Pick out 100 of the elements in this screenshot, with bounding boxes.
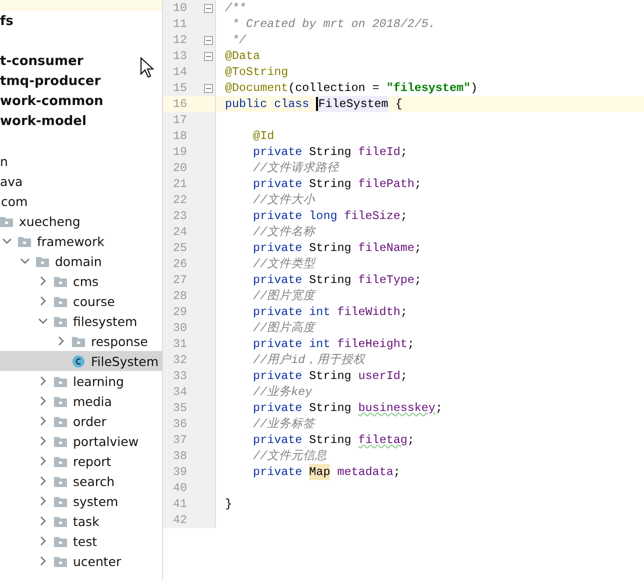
tree-item[interactable]: response [91, 334, 148, 348]
folder-icon [54, 316, 67, 326]
line-number: 15 [173, 81, 188, 95]
folder-icon [54, 476, 67, 486]
code-text: ; [393, 464, 400, 480]
code-text: String [309, 176, 352, 192]
field-name: filePath [358, 176, 414, 192]
code-text: String [309, 240, 352, 256]
code-comment: /** [225, 0, 246, 16]
code-comment: * Created by mrt on 2018/2/5. [231, 16, 436, 32]
line-number: 14 [173, 65, 188, 79]
code-comment: */ [231, 32, 246, 48]
line-number: 21 [173, 177, 188, 191]
line-number: 23 [173, 209, 188, 223]
line-number: 24 [173, 225, 188, 239]
folder-icon [54, 296, 67, 306]
line-number: 31 [173, 337, 188, 351]
line-number: 11 [173, 17, 188, 31]
code-text: String [309, 400, 352, 416]
tree-item[interactable]: ucenter [73, 554, 122, 568]
tree-item[interactable]: system [73, 494, 118, 508]
folder-icon [54, 516, 67, 526]
field-name: fileWidth [337, 304, 400, 320]
fold-marker-icon[interactable] [204, 52, 213, 61]
field-name: fileName [358, 240, 414, 256]
field-name: filetag [358, 432, 408, 448]
tree-item[interactable]: work-common [0, 94, 104, 108]
tree-item[interactable]: framework [37, 234, 104, 248]
code-text: { [394, 96, 402, 112]
keyword: private [252, 144, 304, 160]
tree-item[interactable]: filesystem [73, 314, 138, 328]
keyword: private [252, 272, 304, 288]
keyword: private long [252, 208, 338, 224]
class-icon [72, 354, 85, 368]
string-literal: "filesystem" [386, 80, 470, 96]
code-text: } [225, 496, 232, 512]
line-number: 42 [173, 513, 188, 527]
fold-marker-icon[interactable] [204, 4, 213, 13]
code-text: ; [414, 272, 422, 288]
code-text: ; [400, 304, 408, 320]
field-name: fileSize [344, 208, 400, 224]
annotation: @ToString [225, 64, 288, 80]
annotation: @Document [225, 80, 288, 96]
line-number: 25 [173, 241, 188, 255]
text-cursor [316, 97, 318, 111]
folder-icon [54, 456, 67, 466]
line-number: 29 [173, 305, 188, 319]
tree-item[interactable]: test [73, 534, 98, 548]
line-number: 41 [173, 497, 188, 511]
tree-item[interactable]: task [73, 514, 100, 528]
line-number: 32 [173, 353, 188, 367]
code-comment: //文件大小 [252, 192, 316, 208]
field-name: businesskey [358, 400, 436, 416]
tree-item[interactable]: n [0, 154, 8, 168]
folder-icon [54, 556, 67, 566]
folder-icon [18, 236, 31, 246]
tree-item[interactable]: search [73, 474, 115, 488]
tree-item[interactable]: t-consumer [0, 54, 84, 68]
line-number: 26 [173, 257, 188, 271]
folder-icon [54, 276, 67, 286]
code-text: String [309, 432, 352, 448]
line-number: 16 [173, 97, 188, 111]
fold-marker-icon[interactable] [204, 36, 213, 45]
keyword: private [252, 368, 304, 384]
keyword: private [252, 240, 304, 256]
tree-item[interactable]: xuecheng [19, 214, 80, 228]
folder-icon [54, 396, 67, 406]
line-number: 37 [173, 433, 188, 447]
line-number: 40 [173, 481, 188, 495]
code-text: ; [400, 368, 408, 384]
tree-item[interactable]: learning [73, 374, 124, 388]
line-number: 39 [173, 465, 188, 479]
code-text: ) [470, 80, 478, 96]
fold-marker-icon[interactable] [204, 84, 213, 93]
code-text: ; [400, 208, 408, 224]
line-number: 35 [173, 401, 188, 415]
tree-item[interactable]: fs [0, 14, 14, 28]
tree-item[interactable]: tmq-producer [0, 74, 101, 88]
tree-item[interactable]: work-model [0, 114, 86, 128]
folder-icon [36, 256, 49, 266]
tree-item[interactable]: order [73, 414, 106, 428]
line-number: 19 [173, 145, 188, 159]
tree-item[interactable]: cms [73, 274, 99, 288]
keyword: private [252, 400, 304, 416]
tree-item[interactable]: domain [55, 254, 102, 268]
line-number: 38 [173, 449, 188, 463]
code-comment: //业务标签 [252, 416, 316, 432]
code-comment: //文件请求路径 [252, 160, 340, 176]
tree-item[interactable]: media [73, 394, 112, 408]
code-text: ; [400, 144, 408, 160]
tree-item[interactable]: portalview [73, 434, 139, 448]
tree-item[interactable]: com [1, 194, 28, 208]
code-text: (collection = [288, 80, 380, 96]
line-number: 13 [173, 49, 188, 63]
tree-item[interactable]: course [73, 294, 115, 308]
tree-item[interactable]: ava [0, 174, 23, 188]
field-name: fileId [358, 144, 400, 160]
code-text: ; [435, 400, 442, 416]
line-number: 27 [173, 273, 188, 287]
tree-item[interactable]: report [73, 454, 112, 468]
